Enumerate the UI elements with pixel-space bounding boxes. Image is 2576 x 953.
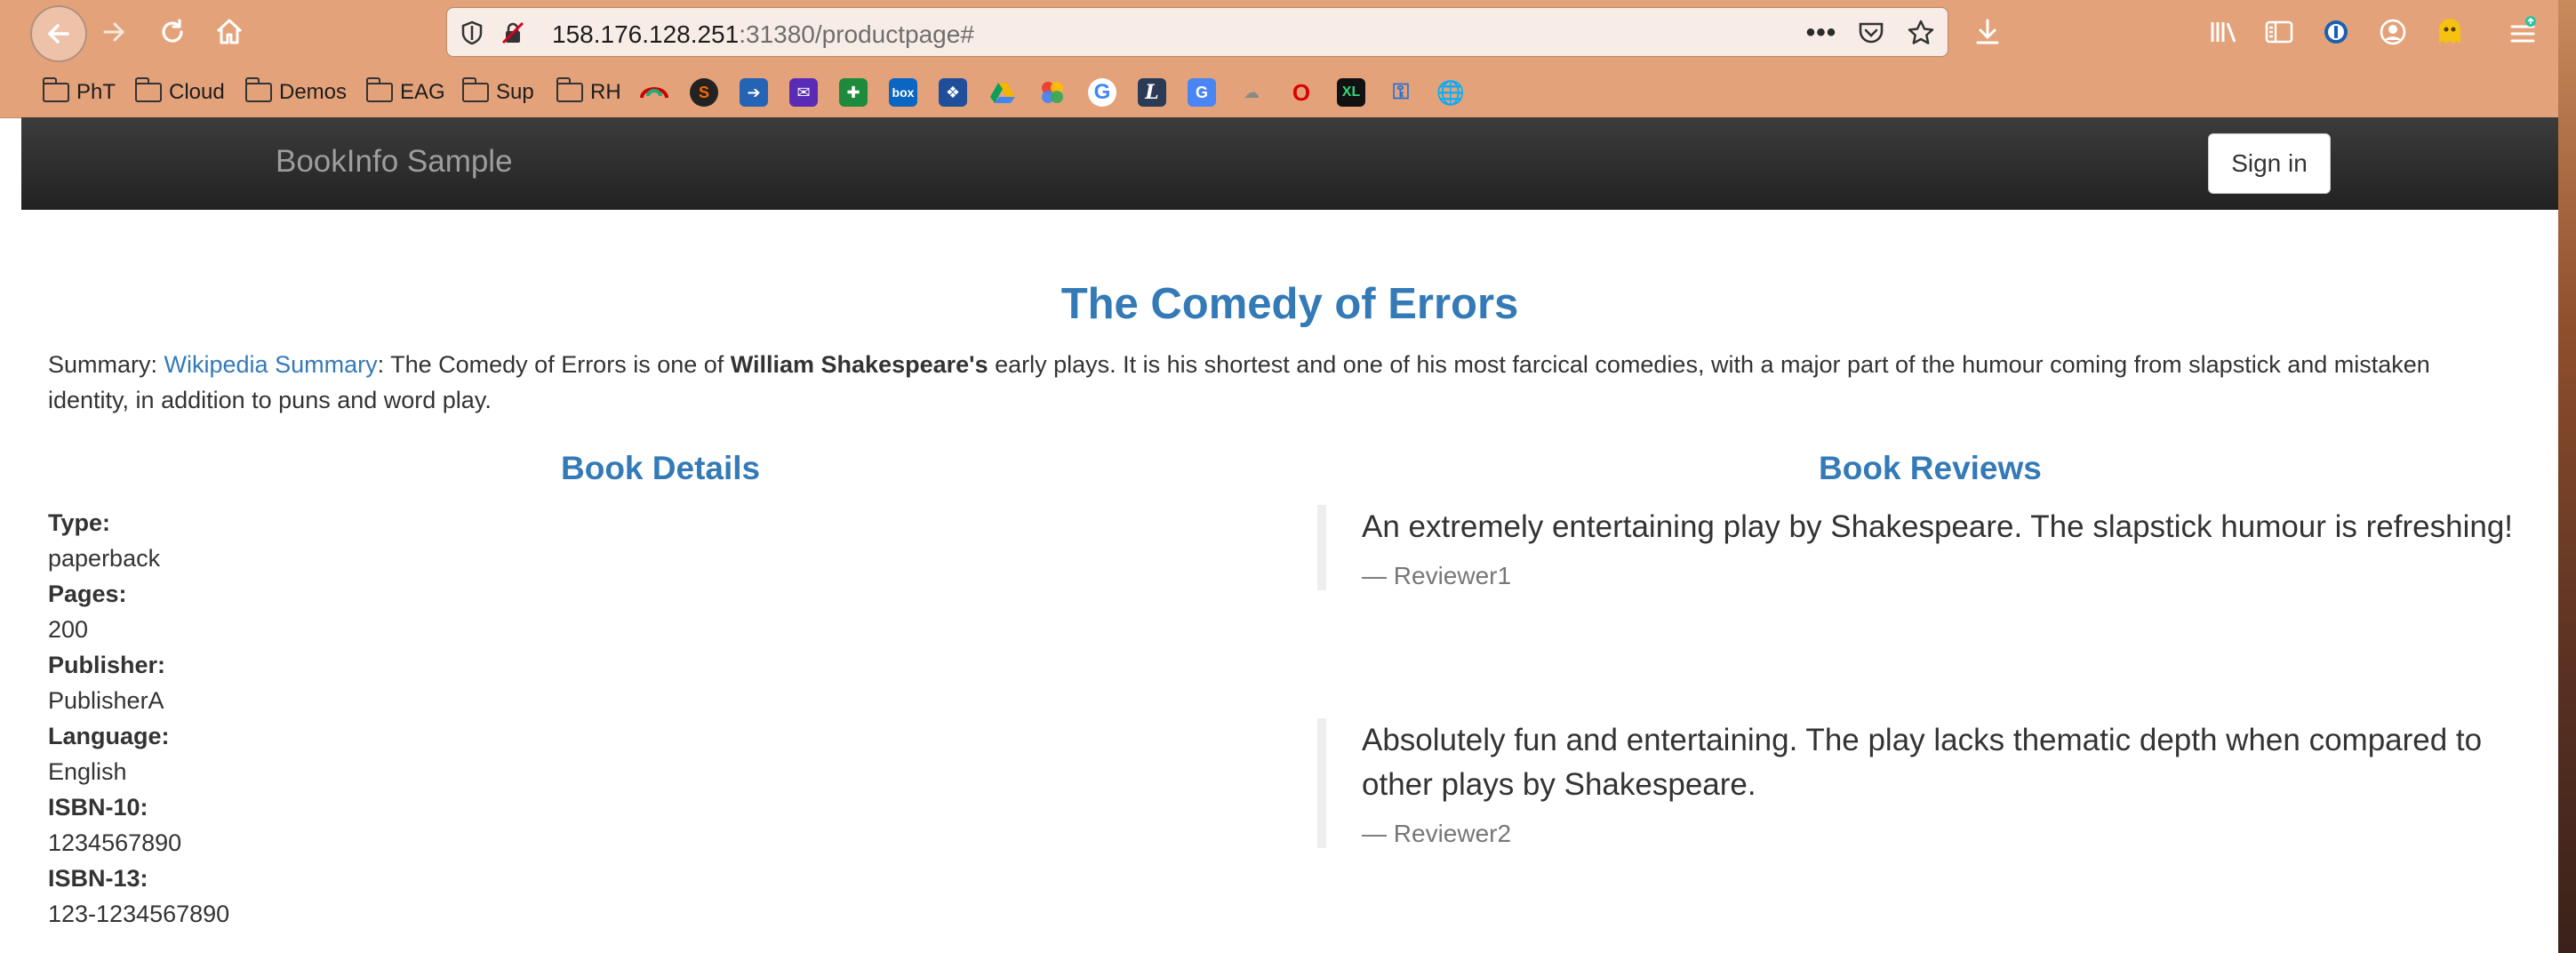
bookmark-folder-label: Demos [279, 80, 348, 104]
url-path: :31380/productpage# [739, 20, 974, 48]
back-button[interactable] [30, 5, 87, 62]
desktop-background [2558, 0, 2576, 953]
detail-value-language: English [48, 758, 127, 785]
back-arrow-icon [48, 24, 69, 44]
bookmark-globe-icon[interactable]: 🌐 [1436, 78, 1465, 107]
review-card: An extremely entertaining play by Shakes… [1317, 505, 2517, 590]
book-details-list: Type: paperback Pages: 200 Publisher: Pu… [48, 505, 670, 932]
brand-title[interactable]: BookInfo Sample [276, 144, 513, 180]
page-navbar: BookInfo Sample Sign in [21, 117, 2558, 210]
detail-value-pages: 200 [48, 616, 89, 643]
detail-label-publisher: Publisher: [48, 652, 166, 678]
review-author: — Reviewer2 [1362, 820, 1512, 847]
home-button[interactable] [204, 7, 254, 57]
folder-icon [556, 77, 583, 102]
bookmark-folder-cloud[interactable]: Cloud [134, 75, 225, 110]
book-reviews-heading: Book Reviews [1819, 450, 2042, 486]
bookmark-folder-label: Cloud [169, 80, 225, 104]
pocket-icon[interactable] [1852, 13, 1891, 52]
bookmark-folder-demos[interactable]: Demos [244, 75, 348, 110]
bookmark-google-icon[interactable]: G [1088, 78, 1116, 107]
review-text: An extremely entertaining play by Shakes… [1362, 509, 2514, 544]
folder-icon [42, 77, 69, 102]
bookmark-translate-icon[interactable]: G [1188, 78, 1216, 107]
bookmark-teams-icon[interactable]: ❖ [939, 78, 967, 107]
bookmark-redhat-icon[interactable] [640, 78, 668, 107]
browser-toolbar: 158.176.128.251:31380/productpage# ••• [0, 0, 2558, 64]
detail-value-isbn10: 1234567890 [48, 829, 182, 856]
bookmark-xl-icon[interactable]: XL [1337, 78, 1365, 107]
folder-icon [134, 77, 162, 102]
bookmark-folder-label: Sup [496, 80, 534, 104]
url-host: 158.176.128.251 [552, 20, 740, 48]
book-details-heading: Book Details [561, 450, 761, 486]
wikipedia-summary-link[interactable]: Wikipedia Summary [164, 351, 378, 378]
bookmark-opera-icon[interactable]: O [1287, 78, 1316, 107]
bookmark-folder-label: PhT [76, 80, 116, 104]
home-icon [216, 19, 243, 44]
library-icon[interactable] [2204, 12, 2244, 52]
browser-window: 158.176.128.251:31380/productpage# ••• P… [0, 0, 2558, 953]
bookmark-mail-icon[interactable]: ✉ [789, 78, 818, 107]
review-card: Absolutely fun and entertaining. The pla… [1317, 718, 2517, 848]
bookmark-l-icon[interactable]: L [1138, 78, 1166, 107]
detail-value-publisher: PublisherA [48, 687, 164, 714]
bookmark-arrow-circle-icon[interactable]: ➔ [740, 78, 768, 107]
account-icon[interactable] [2373, 12, 2412, 52]
shield-icon[interactable] [454, 15, 490, 51]
review-text: Absolutely fun and entertaining. The pla… [1362, 723, 2483, 802]
detail-value-isbn13: 123-1234567890 [48, 901, 230, 927]
password-manager-icon[interactable] [2316, 12, 2356, 52]
sign-in-button[interactable]: Sign in [2208, 133, 2331, 194]
forward-button[interactable] [89, 7, 139, 57]
folder-icon [365, 77, 393, 102]
bookmark-photos-icon[interactable] [1038, 78, 1067, 107]
bookmark-folder-eag[interactable]: EAG [365, 75, 445, 110]
bookmark-s-icon[interactable]: S [690, 78, 718, 107]
detail-label-pages: Pages: [48, 581, 127, 607]
bookmark-folder-rh[interactable]: RH [556, 75, 621, 110]
more-actions-icon[interactable]: ••• [1802, 13, 1841, 52]
url-bar[interactable]: 158.176.128.251:31380/productpage# ••• [446, 7, 1948, 57]
folder-icon [244, 77, 272, 102]
page-content: The Comedy of Errors Summary: Wikipedia … [21, 210, 2558, 953]
bookmark-star-icon[interactable] [1901, 13, 1940, 52]
detail-label-language: Language: [48, 723, 170, 749]
bookmark-folder-sup[interactable]: Sup [461, 75, 534, 110]
detail-label-isbn13: ISBN-13: [48, 865, 148, 892]
bookmark-folder-label: EAG [400, 80, 445, 104]
bookmark-key-icon[interactable]: ⚿ [1387, 78, 1415, 107]
url-text[interactable]: 158.176.128.251:31380/productpage# [552, 20, 974, 49]
detail-value-type: paperback [48, 545, 161, 572]
reload-icon [162, 19, 183, 43]
bookmark-cloud-icon[interactable]: ☁ [1237, 78, 1266, 107]
bookmark-sheets-icon[interactable]: ✚ [839, 78, 868, 107]
summary-label: Summary: [48, 351, 164, 378]
bookmark-folder-pht[interactable]: PhT [42, 75, 116, 110]
forward-arrow-icon [103, 22, 124, 42]
detail-label-isbn10: ISBN-10: [48, 794, 148, 821]
summary-text-part1: : The Comedy of Errors is one of [377, 351, 731, 378]
book-summary: Summary: Wikipedia Summary: The Comedy o… [48, 347, 2484, 418]
book-title: The Comedy of Errors [1060, 280, 1519, 328]
downloads-icon[interactable] [1968, 12, 2007, 52]
bookmark-drive-icon[interactable] [988, 78, 1017, 107]
reload-button[interactable] [148, 7, 197, 57]
insecure-lock-icon[interactable] [495, 15, 531, 51]
bookmark-folder-label: RH [590, 80, 621, 104]
bookmark-box-icon[interactable]: box [889, 78, 917, 107]
folder-icon [461, 77, 489, 102]
detail-label-type: Type: [48, 509, 111, 536]
ghost-extension-icon[interactable] [2430, 12, 2469, 52]
menu-icon[interactable] [2503, 12, 2542, 52]
sidebar-icon[interactable] [2260, 12, 2299, 52]
review-author: — Reviewer1 [1362, 562, 1512, 589]
summary-author: William Shakespeare's [730, 351, 988, 378]
